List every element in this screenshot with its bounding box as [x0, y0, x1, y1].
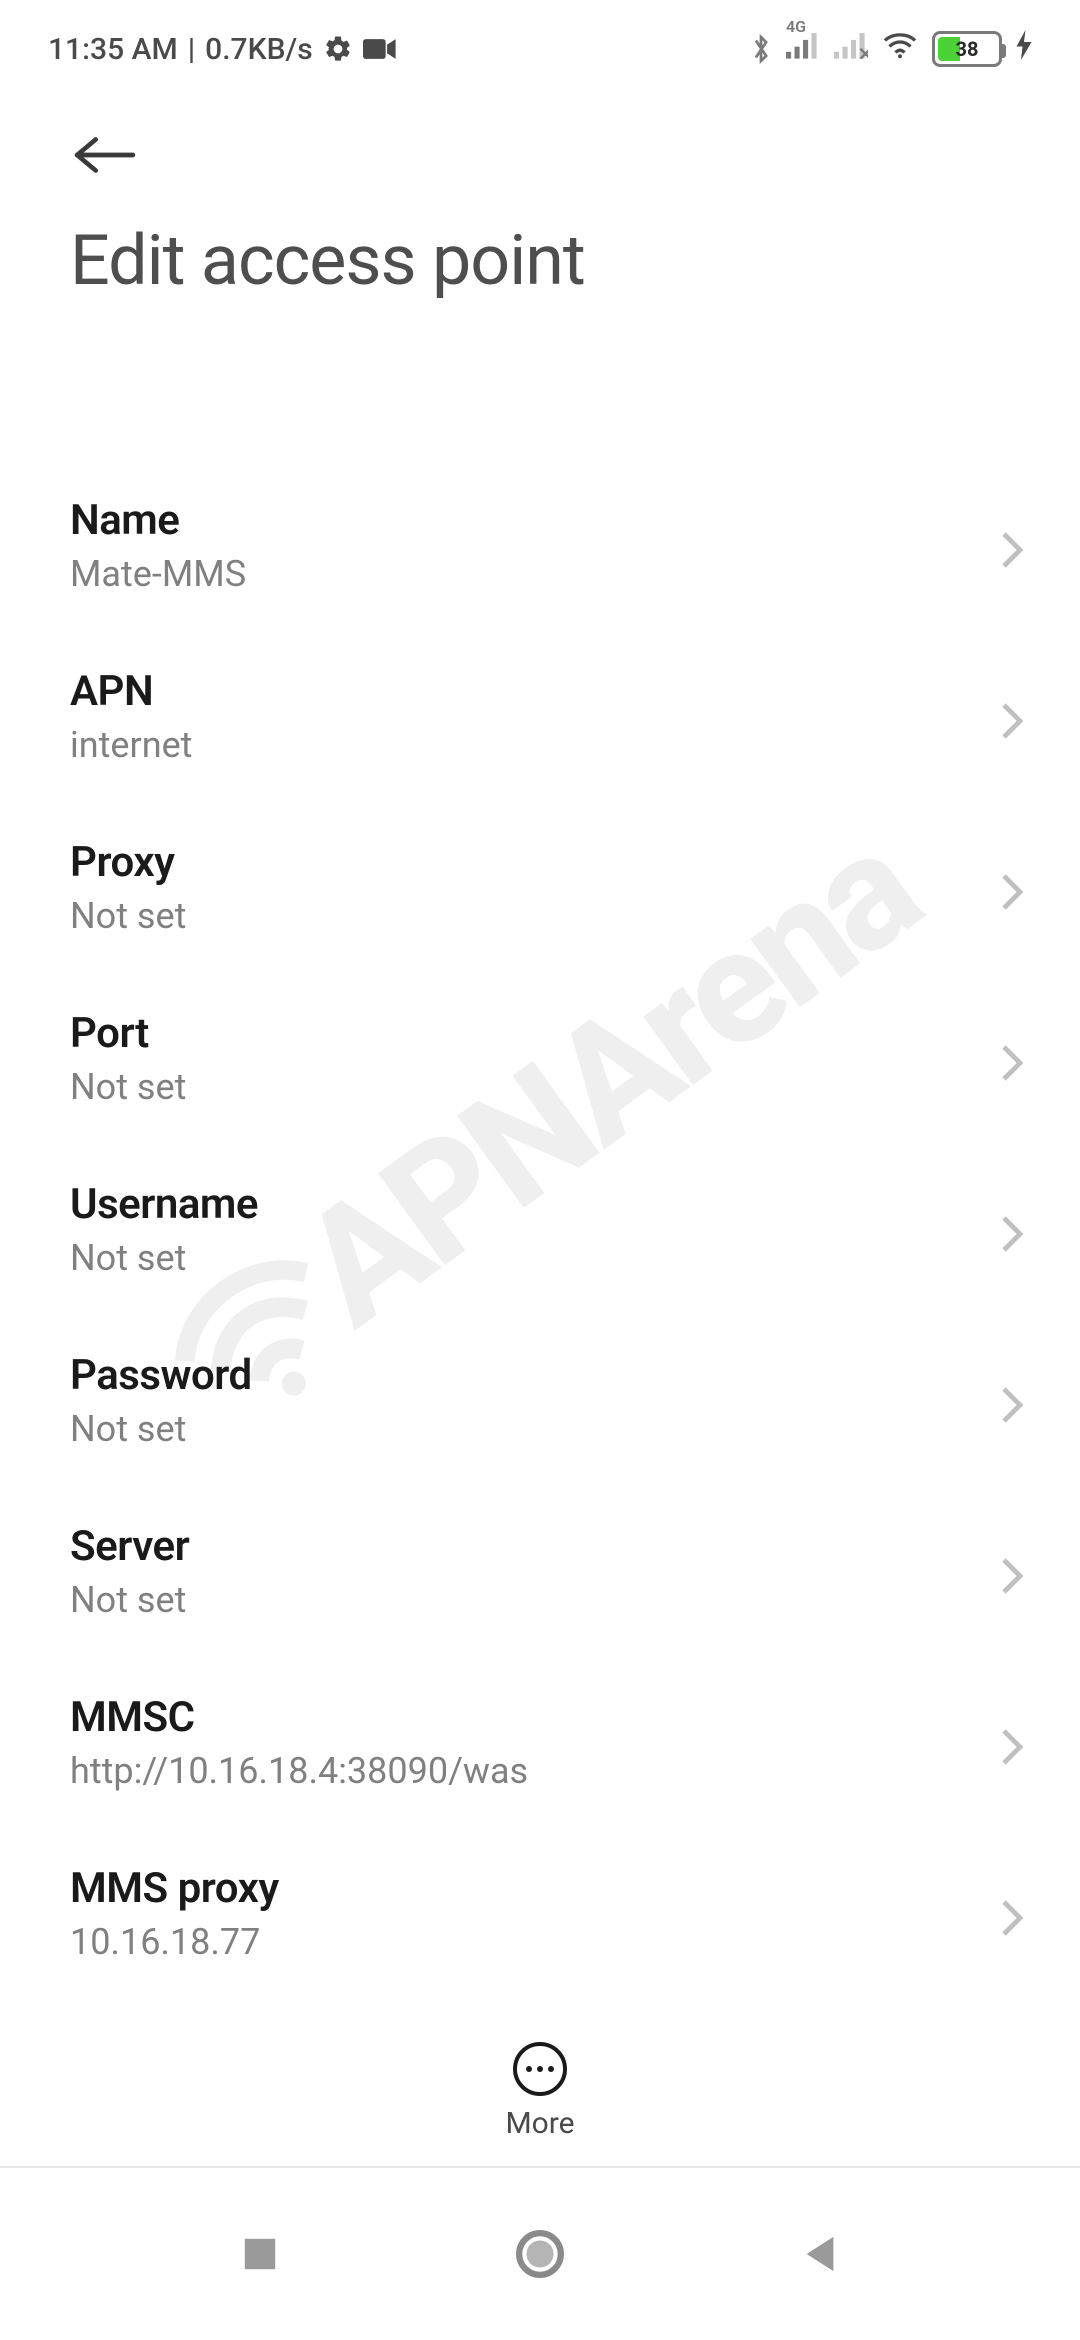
row-label: MMSC	[70, 1693, 998, 1742]
chevron-right-icon	[998, 1727, 1030, 1759]
row-value: Not set	[70, 1579, 998, 1621]
network-type: 4G	[786, 17, 806, 36]
recents-button[interactable]	[228, 2222, 292, 2286]
row-value: Not set	[70, 1066, 998, 1108]
row-label: Password	[70, 1351, 998, 1400]
row-label: Username	[70, 1180, 998, 1229]
row-value: 10.16.18.77	[70, 1921, 998, 1963]
square-icon	[241, 2235, 279, 2273]
arrow-left-icon	[74, 133, 136, 177]
more-icon	[513, 2042, 567, 2096]
signal-1-icon: 4G	[786, 31, 820, 67]
row-value: internet	[70, 724, 998, 766]
bluetooth-icon	[750, 32, 772, 66]
triangle-left-icon	[802, 2233, 838, 2275]
row-label: MMS proxy	[70, 1864, 998, 1913]
chevron-right-icon	[998, 1898, 1030, 1930]
row-apn[interactable]: APN internet	[0, 631, 1080, 802]
row-label: Server	[70, 1522, 998, 1571]
chevron-right-icon	[998, 872, 1030, 904]
chevron-right-icon	[998, 530, 1030, 562]
row-value: Mate-MMS	[70, 553, 998, 595]
page-title: Edit access point	[0, 210, 1080, 342]
row-server[interactable]: Server Not set	[0, 1486, 1080, 1657]
row-name[interactable]: Name Mate-MMS	[0, 460, 1080, 631]
chevron-right-icon	[998, 1214, 1030, 1246]
row-mms-proxy[interactable]: MMS proxy 10.16.18.77	[0, 1828, 1080, 1999]
row-password[interactable]: Password Not set	[0, 1315, 1080, 1486]
row-mmsc[interactable]: MMSC http://10.16.18.4:38090/was	[0, 1657, 1080, 1828]
wifi-icon	[882, 30, 918, 68]
circle-icon	[515, 2229, 565, 2279]
charging-bolt-icon	[1016, 30, 1032, 68]
status-sep: |	[188, 32, 195, 67]
more-button[interactable]: More	[0, 2016, 1080, 2166]
navigation-bar	[0, 2166, 1080, 2340]
chevron-right-icon	[998, 1556, 1030, 1588]
status-speed: 0.7KB/s	[205, 32, 312, 67]
status-left: 11:35 AM | 0.7KB/s	[48, 32, 397, 67]
settings-list[interactable]: Name Mate-MMS APN internet Proxy Not set…	[0, 440, 1080, 2016]
row-value: http://10.16.18.4:38090/was	[70, 1750, 998, 1792]
row-label: Port	[70, 1009, 998, 1058]
app-bar	[0, 80, 1080, 210]
row-value: Not set	[70, 1237, 998, 1279]
chevron-right-icon	[998, 1043, 1030, 1075]
row-port[interactable]: Port Not set	[0, 973, 1080, 1144]
status-bar: 11:35 AM | 0.7KB/s 4G ✕ 38	[0, 0, 1080, 80]
status-time: 11:35 AM	[48, 32, 178, 67]
row-value: Not set	[70, 895, 998, 937]
more-label: More	[505, 2106, 574, 2141]
svg-text:✕: ✕	[858, 43, 868, 59]
chevron-right-icon	[998, 701, 1030, 733]
row-label: Proxy	[70, 838, 998, 887]
battery-icon: 38	[932, 31, 1002, 67]
home-button[interactable]	[508, 2222, 572, 2286]
row-username[interactable]: Username Not set	[0, 1144, 1080, 1315]
status-right: 4G ✕ 38	[750, 30, 1032, 68]
back-nav-button[interactable]	[788, 2222, 852, 2286]
row-value: Not set	[70, 1408, 998, 1450]
camera-icon	[363, 37, 397, 61]
chevron-right-icon	[998, 1385, 1030, 1417]
signal-2-icon: ✕	[834, 31, 868, 67]
row-proxy[interactable]: Proxy Not set	[0, 802, 1080, 973]
row-label: APN	[70, 667, 998, 716]
back-button[interactable]	[70, 120, 140, 190]
battery-percent: 38	[935, 37, 999, 61]
row-label: Name	[70, 496, 998, 545]
gear-icon	[323, 34, 353, 64]
